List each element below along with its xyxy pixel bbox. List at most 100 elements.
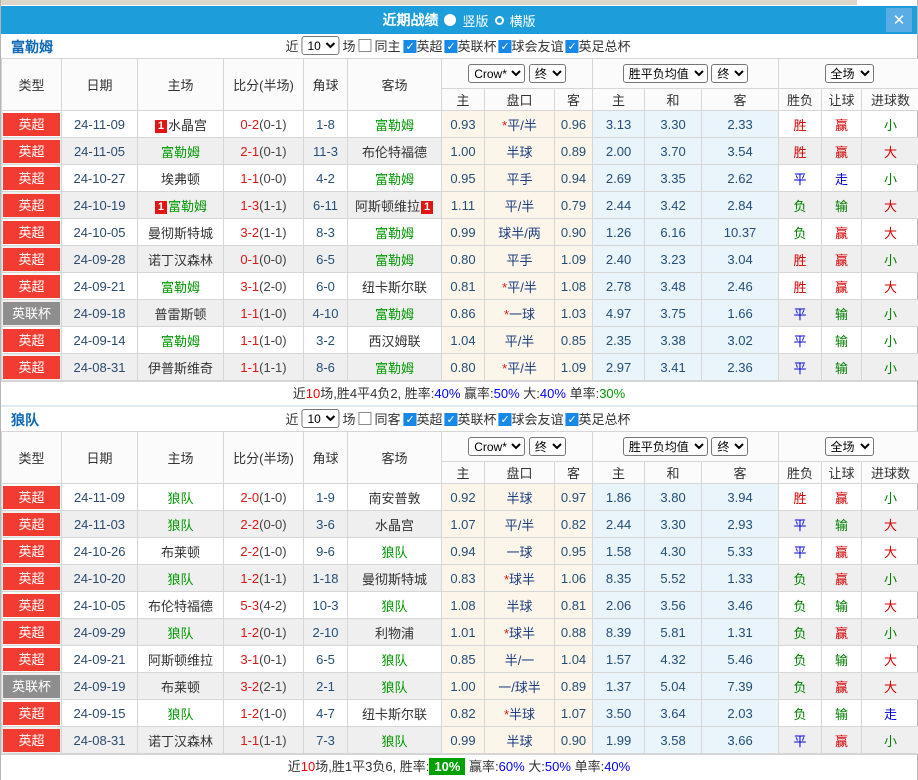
match-row: 英超 24-09-21 阿斯顿维拉 3-1(0-1) 6-5 狼队 0.85 半/一 1.04 1…	[1, 645, 918, 673]
same-venue-checkbox[interactable]	[358, 412, 372, 425]
away-odds: 0.94	[553, 164, 594, 192]
match-count-select[interactable]: 10	[301, 409, 340, 428]
away-team: 富勒姆	[347, 110, 442, 138]
handicap: *平/半	[484, 353, 555, 381]
score-cell: 2-1(0-1)	[223, 137, 304, 165]
scope-select[interactable]: 全场	[824, 437, 874, 456]
league-checkbox[interactable]	[565, 413, 579, 426]
avg-draw: 3.41	[644, 353, 703, 381]
result-outcome: 负	[778, 591, 823, 619]
league-type-badge: 英超	[3, 355, 60, 379]
match-date: 24-10-19	[61, 191, 138, 219]
corner-score: 1-8	[303, 110, 348, 138]
avg-lose: 7.39	[701, 672, 780, 700]
odds-group-header: Crow* 终	[440, 58, 594, 89]
corner-score: 9-6	[303, 537, 348, 565]
league-checkbox[interactable]	[403, 40, 417, 53]
subcol-avg-win: 主	[592, 88, 646, 111]
summary-text: 赢率:	[460, 386, 494, 401]
odds-time-select[interactable]: 终	[528, 437, 566, 456]
match-row: 英超 24-10-27 埃弗顿 1-1(0-0) 4-2 富勒姆 0.95 平手 0.94 2.6…	[1, 164, 918, 192]
result-outcome: 胜	[778, 110, 823, 138]
avg-win: 2.78	[592, 272, 646, 300]
team-label: 水晶宫	[374, 517, 414, 533]
score-cell: 1-1(1-1)	[223, 353, 304, 381]
away-team: 富勒姆	[347, 299, 442, 327]
result-goals: 小	[861, 326, 918, 354]
score-cell: 0-1(0-0)	[223, 245, 304, 273]
home-team: 狼队	[137, 618, 224, 646]
home-team: 诺丁汉森林	[137, 726, 224, 754]
away-odds: 0.90	[553, 726, 594, 754]
avg-lose: 2.03	[701, 699, 780, 727]
summary-text: 大:	[524, 759, 545, 774]
away-odds: 0.97	[553, 483, 594, 511]
match-row: 英超 24-10-19 1 富勒姆 1-3(1-1) 6-11 阿斯顿维拉 1 1.11 平/半 0…	[1, 191, 918, 219]
league-label: 球会友谊	[511, 412, 564, 427]
league-type-badge: 英超	[3, 647, 60, 671]
same-venue-checkbox[interactable]	[358, 39, 372, 52]
league-checkbox[interactable]	[498, 40, 512, 53]
avg-win: 3.50	[592, 699, 646, 727]
avg-select[interactable]: 胜平负均值	[622, 437, 708, 456]
horizontal-layout-radio[interactable]	[494, 15, 504, 25]
match-date: 24-09-19	[61, 672, 138, 700]
summary-text: 场,胜4平4负2, 胜率:	[320, 386, 435, 401]
match-row: 英超 24-09-28 诺丁汉森林 0-1(0-0) 6-5 富勒姆 0.80 平手 1.09 2…	[1, 245, 918, 273]
league-label: 英超	[416, 39, 443, 54]
home-odds: 1.04	[441, 326, 485, 354]
result-goals: 大	[861, 537, 918, 565]
league-checkbox[interactable]	[444, 413, 458, 426]
summary-text: 场,胜1平3负6, 胜率:	[315, 759, 430, 774]
league-checkbox[interactable]	[403, 413, 417, 426]
close-button[interactable]: ✕	[886, 8, 912, 32]
scope-select[interactable]: 全场	[824, 64, 874, 83]
league-checkbox[interactable]	[565, 40, 579, 53]
result-outcome: 平	[778, 164, 823, 192]
horizontal-layout-label[interactable]: 横版	[510, 11, 536, 30]
team-label: 富勒姆	[374, 306, 414, 322]
team-label: 布伦特福德	[147, 598, 213, 614]
home-team: 阿斯顿维拉	[137, 645, 224, 673]
team-label: 南安普敦	[368, 490, 421, 506]
summary-text: 近	[287, 759, 301, 774]
result-outcome: 负	[778, 564, 823, 592]
league-checkbox[interactable]	[498, 413, 512, 426]
team-label: 利物浦	[374, 625, 414, 641]
red-card-badge: 1	[154, 119, 167, 133]
avg-lose: 3.94	[701, 483, 780, 511]
league-type-cell: 英超	[1, 245, 62, 273]
away-team: 阿斯顿维拉 1	[347, 191, 442, 219]
league-type-badge: 英超	[3, 220, 60, 244]
odds-time-select[interactable]: 终	[528, 64, 566, 83]
team-label: 富勒姆	[167, 198, 207, 214]
bookmaker-select[interactable]: Crow*	[468, 64, 526, 83]
match-count-select[interactable]: 10	[301, 36, 340, 55]
home-odds: 0.81	[441, 272, 485, 300]
match-row: 英超 24-09-14 富勒姆 1-1(1-0) 3-2 西汉姆联 1.04 平/半 0.85 2…	[1, 326, 918, 354]
bookmaker-select[interactable]: Crow*	[468, 437, 526, 456]
score-cell: 1-2(1-0)	[223, 699, 304, 727]
summary-text: 30%	[599, 386, 626, 401]
vertical-layout-label[interactable]: 竖版	[462, 11, 488, 30]
avg-win: 2.97	[592, 353, 646, 381]
home-odds: 0.99	[441, 726, 485, 754]
match-row: 英超 24-11-09 1 水晶宫 0-2(0-1) 1-8 富勒姆 0.93 *平/半 0.96…	[1, 110, 918, 138]
result-handicap: 赢	[821, 483, 863, 511]
league-checkbox[interactable]	[444, 40, 458, 53]
avg-draw: 3.30	[644, 110, 703, 138]
avg-draw: 4.30	[644, 537, 703, 565]
avg-select[interactable]: 胜平负均值	[622, 64, 708, 83]
avg-lose: 5.46	[701, 645, 780, 673]
col-away: 客场	[347, 431, 442, 484]
corner-score: 8-3	[303, 218, 348, 246]
result-handicap: 输	[821, 591, 863, 619]
score-cell: 3-2(1-1)	[223, 218, 304, 246]
vertical-layout-radio[interactable]	[444, 14, 457, 26]
avg-time-select[interactable]: 终	[711, 437, 749, 456]
team-label: 阿斯顿维拉	[354, 198, 420, 214]
home-team: 狼队	[137, 699, 224, 727]
avg-time-select[interactable]: 终	[711, 64, 749, 83]
subcol-outcome: 胜负	[778, 88, 823, 111]
league-label: 英联杯	[457, 412, 497, 427]
